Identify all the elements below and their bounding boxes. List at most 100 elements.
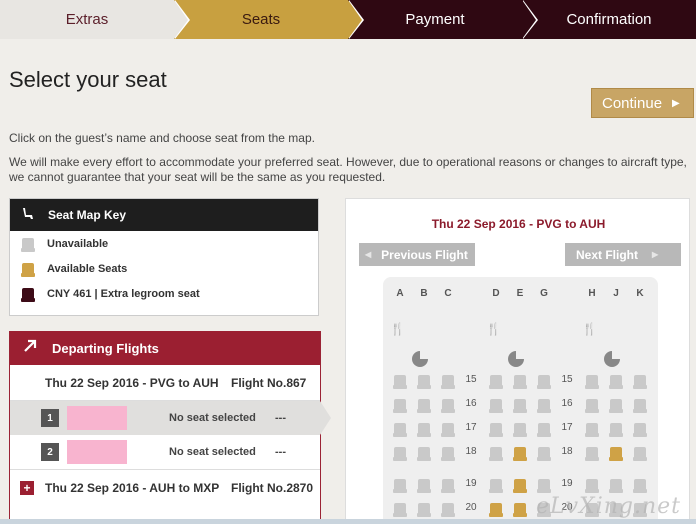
seat-value: --- — [275, 412, 286, 424]
unavailable-seat-icon — [21, 237, 35, 252]
seat-18H — [585, 447, 599, 461]
arrow-up-right-icon — [22, 338, 38, 359]
passenger-row-2[interactable]: 2 No seat selected --- — [10, 435, 320, 469]
column-letter-k: K — [636, 288, 644, 299]
column-letter-a: A — [396, 288, 404, 299]
seat-19D — [489, 479, 503, 493]
seat-19G — [537, 479, 551, 493]
seat-20D[interactable] — [489, 503, 503, 517]
row-number: 16 — [465, 398, 477, 409]
continue-button[interactable]: Continue ▶ — [591, 88, 694, 118]
row-number: 16 — [561, 398, 573, 409]
row-number: 18 — [561, 446, 573, 457]
flight-row[interactable]: + Thu 22 Sep 2016 - AUH to MXP Flight No… — [10, 469, 320, 505]
chevron-right-icon: ▶ — [652, 250, 659, 259]
seat-18E[interactable] — [513, 447, 527, 461]
galley-icon: 🍴 — [582, 322, 597, 336]
step-seats[interactable]: Seats — [174, 0, 364, 39]
continue-label: Continue — [602, 94, 663, 112]
seat-17K — [633, 423, 647, 437]
seat-17H — [585, 423, 599, 437]
intro-instruction: Click on the guest’s name and choose sea… — [9, 131, 315, 145]
column-letter-c: C — [444, 288, 452, 299]
flight-number: Flight No.2870 — [231, 480, 314, 495]
passenger-row-1[interactable]: 1 No seat selected --- — [10, 401, 331, 435]
passenger-number: 1 — [41, 409, 59, 427]
available-seat-icon — [21, 262, 35, 277]
column-letter-e: E — [516, 288, 524, 299]
flight-row[interactable]: Thu 22 Sep 2016 - PVG to AUH Flight No.8… — [10, 365, 320, 401]
column-letter-d: D — [492, 288, 500, 299]
seat-16J — [609, 399, 623, 413]
next-flight-label: Next Flight — [576, 247, 638, 262]
flight-route: Thu 22 Sep 2016 - PVG to AUH — [45, 375, 219, 390]
key-unavailable: Unavailable — [10, 231, 318, 256]
chevron-right-icon: ▶ — [672, 97, 680, 109]
intro-disclaimer: We will make every effort to accommodate… — [9, 155, 687, 184]
seat-19B — [417, 479, 431, 493]
bassinet-icon — [412, 351, 428, 367]
seat-map-key: Seat Map Key Unavailable Available Seats… — [9, 198, 319, 316]
next-flight-button[interactable]: Next Flight ▶ — [565, 243, 681, 266]
intro-text: Click on the guest’s name and choose sea… — [9, 131, 689, 185]
seat-map-panel: Thu 22 Sep 2016 - PVG to AUH ◀ Previous … — [345, 198, 690, 524]
chevron-left-icon: ◀ — [365, 250, 372, 259]
seat-19E[interactable] — [513, 479, 527, 493]
previous-flight-button[interactable]: ◀ Previous Flight — [359, 243, 475, 266]
seat-18B — [417, 447, 431, 461]
seat-18J[interactable] — [609, 447, 623, 461]
seat-17A — [393, 423, 407, 437]
seat-19A — [393, 479, 407, 493]
departing-flights-title: Departing Flights — [52, 340, 159, 356]
row-number: 20 — [465, 502, 477, 513]
page-title: Select your seat — [9, 67, 167, 92]
row-number: 15 — [561, 374, 573, 385]
seat-20C — [441, 503, 455, 517]
seat-20A — [393, 503, 407, 517]
row-number: 19 — [561, 478, 573, 489]
passenger-name-redacted — [67, 440, 127, 464]
seat-17B — [417, 423, 431, 437]
expand-plus-icon[interactable]: + — [20, 480, 34, 495]
seat-18G — [537, 447, 551, 461]
row-number: 18 — [465, 446, 477, 457]
seat-17G — [537, 423, 551, 437]
step-confirmation: Confirmation — [522, 0, 696, 39]
seat-16E — [513, 399, 527, 413]
seat-16C — [441, 399, 455, 413]
seat-15A — [393, 375, 407, 389]
extra-legroom-seat-icon — [21, 287, 35, 302]
seat-18D — [489, 447, 503, 461]
column-letter-b: B — [420, 288, 428, 299]
seat-16H — [585, 399, 599, 413]
seat-15G — [537, 375, 551, 389]
flight-route: Thu 22 Sep 2016 - AUH to MXP — [45, 480, 220, 495]
galley-icon: 🍴 — [390, 322, 405, 336]
seat-16G — [537, 399, 551, 413]
passenger-number: 2 — [41, 443, 59, 461]
seat-15K — [633, 375, 647, 389]
key-extra-legroom: CNY 461 | Extra legroom seat — [10, 281, 318, 306]
column-letter-g: G — [540, 288, 548, 299]
seat-15H — [585, 375, 599, 389]
seat-18A — [393, 447, 407, 461]
passenger-name-redacted — [67, 406, 127, 430]
seat-15E — [513, 375, 527, 389]
step-extras[interactable]: Extras — [0, 0, 190, 39]
column-letter-h: H — [588, 288, 596, 299]
step-label: Seats — [241, 11, 281, 28]
seat-17D — [489, 423, 503, 437]
row-number: 17 — [465, 422, 477, 433]
key-label: Available Seats — [47, 262, 128, 275]
step-label: Payment — [405, 11, 465, 28]
seat-value: --- — [275, 446, 286, 458]
galley-icon: 🍴 — [486, 322, 501, 336]
bottom-strip — [0, 519, 696, 524]
departing-flights-panel: Departing Flights Thu 22 Sep 2016 - PVG … — [9, 331, 331, 524]
seat-20E[interactable] — [513, 503, 527, 517]
row-number: 17 — [561, 422, 573, 433]
seat-19J — [609, 479, 623, 493]
seat-icon — [20, 207, 36, 224]
seat-16A — [393, 399, 407, 413]
seat-16B — [417, 399, 431, 413]
